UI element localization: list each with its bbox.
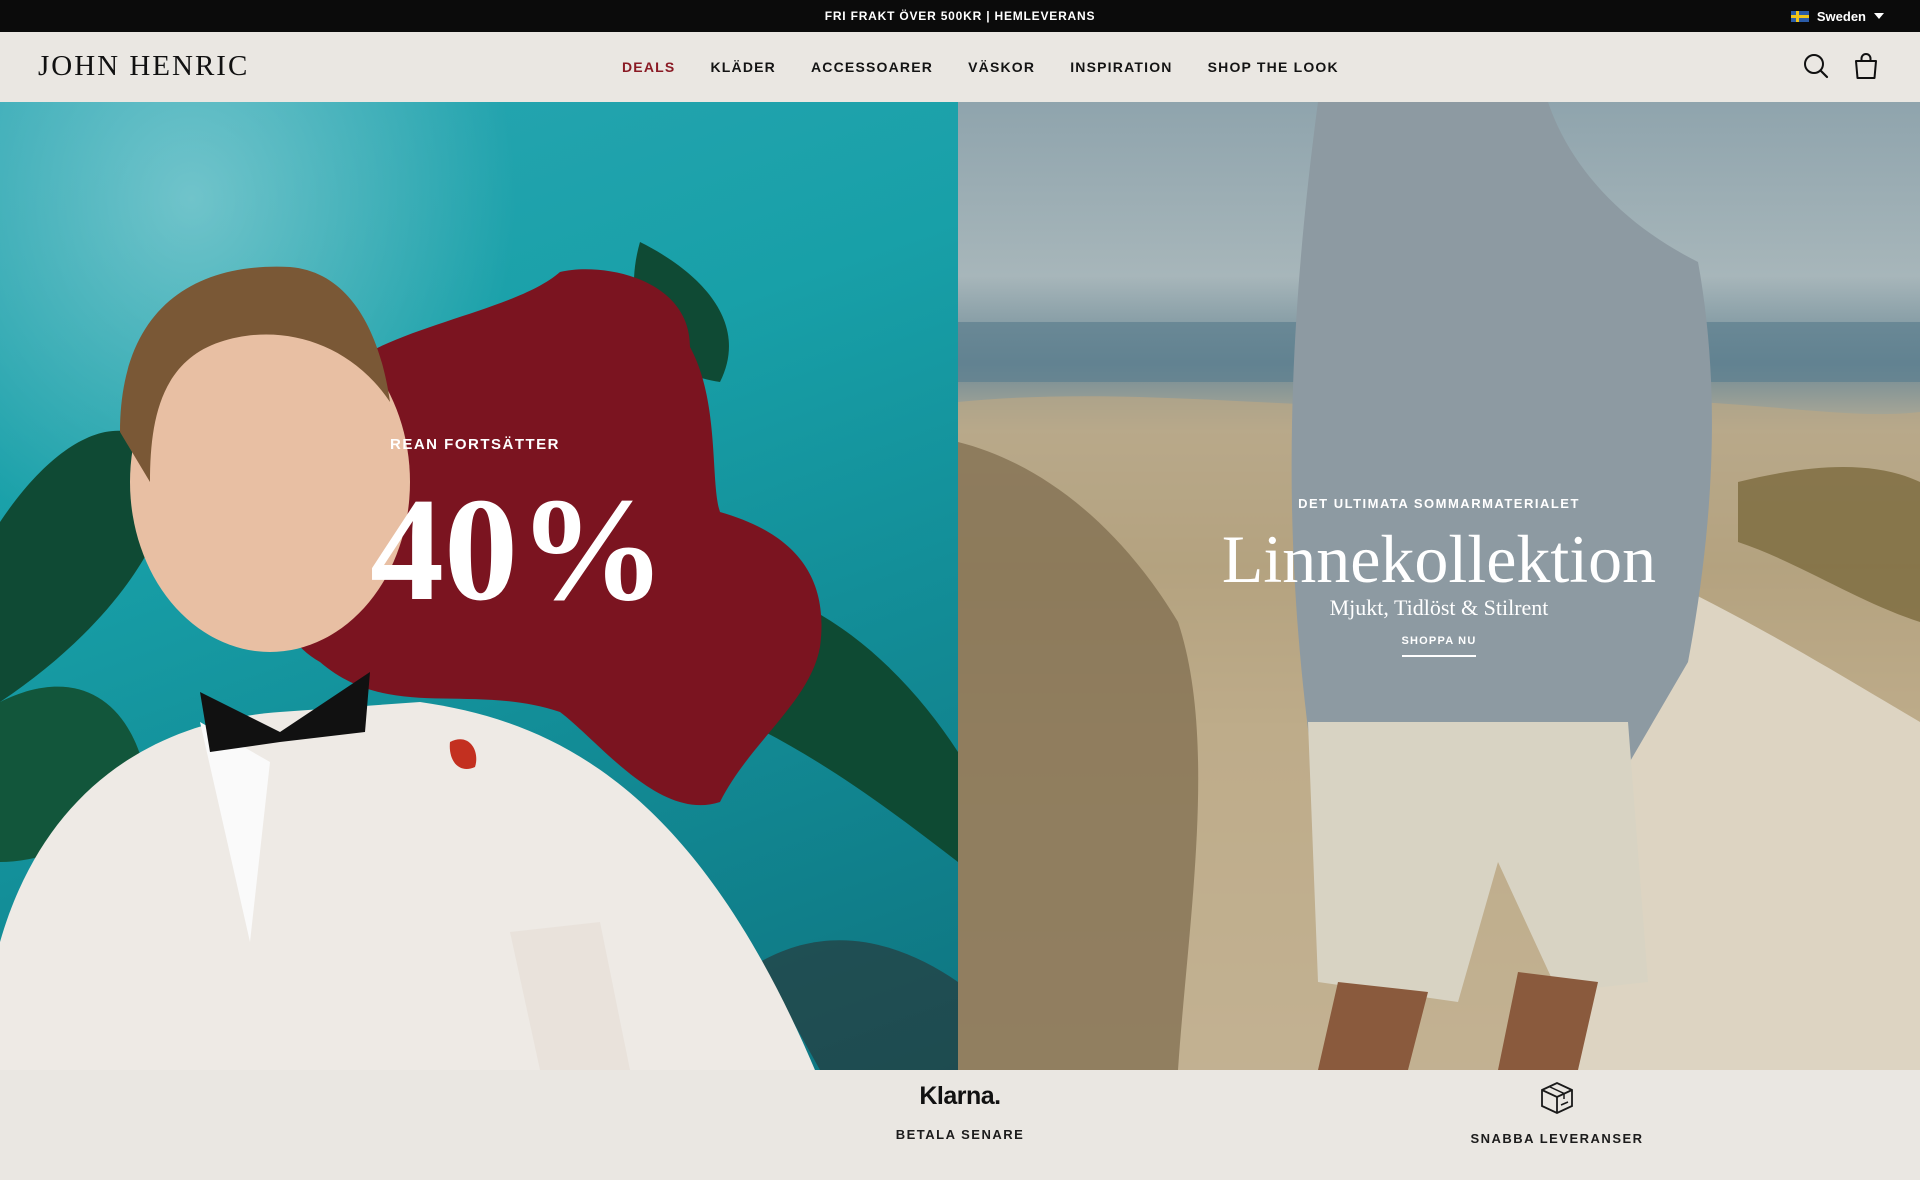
nav-item-inspiration[interactable]: INSPIRATION [1070,59,1172,75]
linen-headline: Linnekollektion [1221,521,1657,597]
nav-item-vaskor[interactable]: VÄSKOR [968,59,1035,75]
linen-eyebrow: DET ULTIMATA SOMMARMATERIALET [1298,496,1580,511]
nav-item-deals[interactable]: DEALS [622,59,675,75]
chevron-down-icon [1874,13,1884,19]
nav-item-klader[interactable]: KLÄDER [710,59,776,75]
package-icon [1462,1078,1652,1121]
linen-subline: Mjukt, Tidlöst & Stilrent [1329,595,1549,620]
country-label: Sweden [1816,8,1866,24]
site-header: JOHN HENRIC DEALS KLÄDER ACCESSOARER VÄS… [0,32,1920,102]
announcement-bar: FRI FRAKT ÖVER 500KR | HEMLEVERANS Swede… [0,0,1920,32]
shipping-promo: FRI FRAKT ÖVER 500KR | HEMLEVERANS [824,9,1096,23]
main-navigation: DEALS KLÄDER ACCESSOARER VÄSKOR INSPIRAT… [622,32,1374,102]
sale-subtitle: REAN FORTSÄTTER [390,436,560,453]
nav-item-accessoarer[interactable]: ACCESSOARER [811,59,933,75]
sweden-flag-icon [1790,10,1809,22]
sale-banner[interactable]: REAN FORTSÄTTER 40% [0,102,958,1070]
shop-now-link[interactable]: SHOPPA NU [1401,635,1477,657]
nav-item-shop-the-look[interactable]: SHOP THE LOOK [1208,59,1339,75]
sale-percentage: 40% [370,468,666,632]
sale-text-group: REAN FORTSÄTTER 40% [370,436,666,624]
benefit-label: BETALA SENARE [895,1127,1025,1142]
benefits-strip: Klarna. BETALA SENARE SNABBA LEVERANSER [0,1070,1920,1180]
brand-logo[interactable]: JOHN HENRIC [38,50,249,83]
benefit-pay-later: Klarna. BETALA SENARE [880,1070,1040,1142]
benefit-fast-delivery: SNABBA LEVERANSER [1462,1070,1652,1146]
country-selector[interactable]: Sweden [1790,0,1884,32]
linen-collection-banner[interactable]: DET ULTIMATA SOMMARMATERIALET Linnekolle… [958,102,1920,1070]
klarna-logo: Klarna. [919,1082,1001,1110]
benefit-label: SNABBA LEVERANSER [1470,1131,1644,1146]
cart-icon[interactable] [1850,50,1882,82]
header-actions [1800,50,1882,82]
linen-copy-group: DET ULTIMATA SOMMARMATERIALET Linnekolle… [958,496,1920,657]
search-icon[interactable] [1800,50,1832,82]
hero-banners: REAN FORTSÄTTER 40% DET ULTIMATA SOMMARM… [0,102,1920,1070]
